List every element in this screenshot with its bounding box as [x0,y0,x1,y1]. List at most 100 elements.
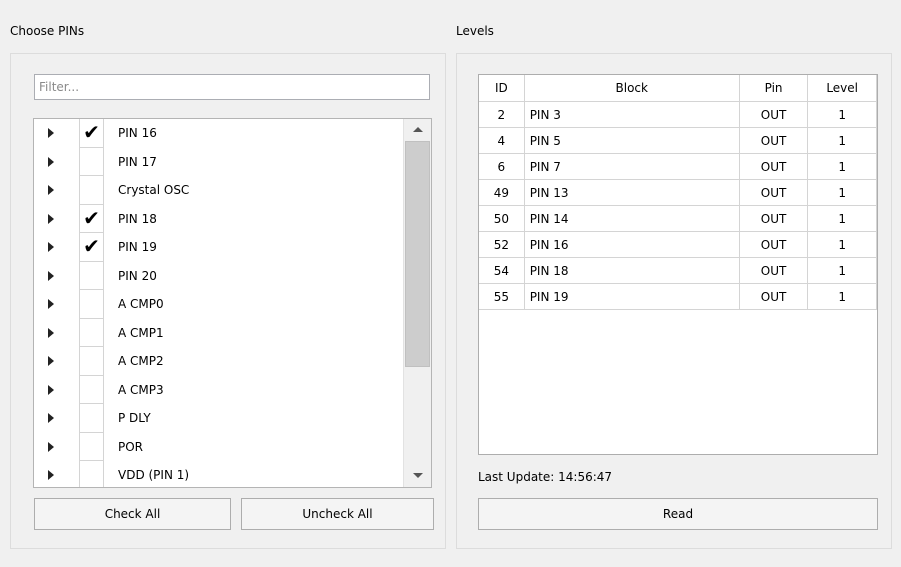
expand-arrow-icon[interactable] [48,356,54,366]
cell-pin: OUT [739,257,809,284]
cell-id: 4 [479,127,525,154]
cell-level: 1 [807,127,877,154]
table-row[interactable]: 2 PIN 3 OUT 1 [479,101,877,128]
cell-block: PIN 13 [524,179,740,206]
pin-tree-rows: ✔ PIN 16 PIN 17 Crystal OSC ✔ PIN 18 ✔ PIN 19 PI… [34,119,404,487]
cell-pin: OUT [739,101,809,128]
column-header-pin[interactable]: Pin [739,75,809,102]
tree-item[interactable]: A CMP1 [34,318,404,347]
cell-level: 1 [807,283,877,310]
scroll-down-icon[interactable] [404,465,431,487]
tree-item[interactable]: VDD (PIN 1) [34,461,404,487]
tree-scrollbar[interactable] [403,119,431,487]
pin-checkbox[interactable] [79,261,104,290]
levels-table: ID Block Pin Level 2 PIN 3 OUT 1 4 PIN 5 OUT 1 6… [478,74,878,455]
tree-item[interactable]: Crystal OSC [34,176,404,205]
pin-checkbox[interactable] [79,176,104,205]
table-header-row: ID Block Pin Level [479,75,877,102]
table-row[interactable]: 52 PIN 16 OUT 1 [479,231,877,258]
tree-item[interactable]: PIN 17 [34,147,404,176]
cell-block: PIN 3 [524,101,740,128]
pin-checkbox[interactable] [79,347,104,376]
cell-id: 6 [479,153,525,180]
scroll-thumb[interactable] [405,141,430,367]
tree-item[interactable]: POR [34,432,404,461]
expand-arrow-icon[interactable] [48,270,54,281]
pin-label: PIN 17 [118,154,157,169]
pin-label: PIN 19 [118,240,157,254]
pin-tree: ✔ PIN 16 PIN 17 Crystal OSC ✔ PIN 18 ✔ PIN 19 PI… [33,118,432,488]
cell-id: 54 [479,257,525,284]
expand-arrow-icon[interactable] [48,242,54,252]
scroll-up-icon[interactable] [404,119,431,141]
expand-arrow-icon[interactable] [48,299,54,309]
tree-item[interactable]: ✔ PIN 16 [34,119,404,148]
cell-pin: OUT [739,179,809,206]
expand-arrow-icon[interactable] [48,441,54,452]
pin-label: A CMP0 [118,297,164,311]
cell-id: 55 [479,283,525,310]
pin-label: PIN 16 [118,126,157,140]
column-header-id[interactable]: ID [479,75,525,102]
pin-label: A CMP3 [118,382,164,397]
pin-checkbox[interactable] [79,147,104,176]
table-row[interactable]: 55 PIN 19 OUT 1 [479,283,877,310]
pin-checkbox[interactable] [79,432,104,461]
expand-arrow-icon[interactable] [48,156,54,167]
cell-block: PIN 5 [524,127,740,154]
cell-pin: OUT [739,153,809,180]
cell-level: 1 [807,231,877,258]
table-row[interactable]: 4 PIN 5 OUT 1 [479,127,877,154]
pin-checkbox[interactable]: ✔ [79,204,104,233]
tree-item[interactable]: ✔ PIN 19 [34,233,404,262]
table-row[interactable]: 50 PIN 14 OUT 1 [479,205,877,232]
tree-item[interactable]: P DLY [34,404,404,433]
cell-id: 52 [479,231,525,258]
levels-title: Levels [456,24,494,38]
pin-checkbox[interactable] [79,461,104,487]
tree-item[interactable]: A CMP3 [34,375,404,404]
uncheck-all-button[interactable]: Uncheck All [241,498,434,530]
read-button[interactable]: Read [478,498,878,530]
cell-block: PIN 7 [524,153,740,180]
expand-arrow-icon[interactable] [48,213,54,224]
cell-block: PIN 19 [524,283,740,310]
pin-checkbox[interactable] [79,375,104,404]
pin-label: PIN 20 [118,268,157,283]
cell-level: 1 [807,153,877,180]
tree-item[interactable]: A CMP0 [34,290,404,319]
cell-pin: OUT [739,127,809,154]
pin-checkbox[interactable]: ✔ [79,119,104,148]
levels-table-body: 2 PIN 3 OUT 1 4 PIN 5 OUT 1 6 PIN 7 OUT 1 49 PIN 13 OU… [479,101,877,310]
table-row[interactable]: 6 PIN 7 OUT 1 [479,153,877,180]
expand-arrow-icon[interactable] [48,470,54,480]
table-row[interactable]: 49 PIN 13 OUT 1 [479,179,877,206]
cell-level: 1 [807,101,877,128]
expand-arrow-icon[interactable] [48,384,54,395]
cell-pin: OUT [739,205,809,232]
cell-level: 1 [807,179,877,206]
pin-checkbox[interactable] [79,404,104,433]
cell-pin: OUT [739,283,809,310]
column-header-block[interactable]: Block [524,75,740,102]
pin-label: Crystal OSC [118,183,190,197]
check-all-button[interactable]: Check All [34,498,231,530]
expand-arrow-icon[interactable] [48,327,54,338]
cell-id: 2 [479,101,525,128]
tree-item[interactable]: A CMP2 [34,347,404,376]
table-row[interactable]: 54 PIN 18 OUT 1 [479,257,877,284]
pin-checkbox[interactable] [79,318,104,347]
tree-item[interactable]: PIN 20 [34,261,404,290]
filter-input[interactable] [34,74,430,100]
pin-checkbox[interactable]: ✔ [79,233,104,262]
pin-label: A CMP1 [118,325,164,340]
expand-arrow-icon[interactable] [48,413,54,423]
cell-block: PIN 16 [524,231,740,258]
tree-item[interactable]: ✔ PIN 18 [34,204,404,233]
expand-arrow-icon[interactable] [48,128,54,138]
column-header-level[interactable]: Level [807,75,877,102]
pin-checkbox[interactable] [79,290,104,319]
expand-arrow-icon[interactable] [48,185,54,195]
pin-label: P DLY [118,411,151,425]
cell-level: 1 [807,205,877,232]
